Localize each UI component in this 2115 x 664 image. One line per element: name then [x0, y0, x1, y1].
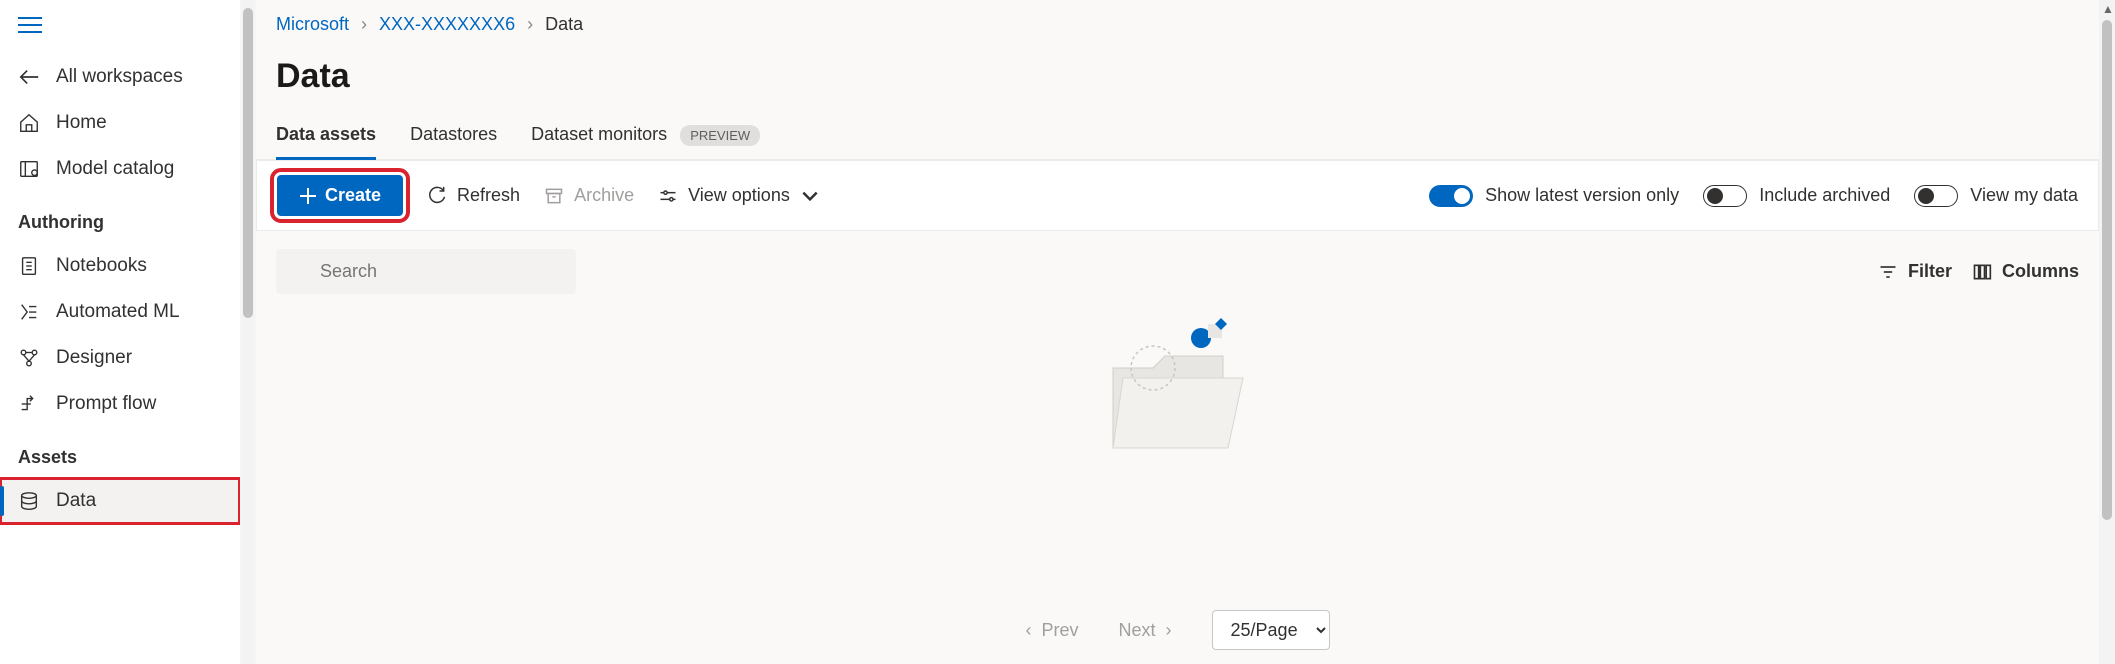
show-latest-label: Show latest version only — [1485, 185, 1679, 206]
filter-row: Filter Columns — [256, 231, 2099, 304]
plus-icon — [299, 187, 317, 205]
tab-dataset-monitors-label: Dataset monitors — [531, 124, 667, 144]
pager-prev-label: Prev — [1041, 620, 1078, 641]
pager-next-label: Next — [1119, 620, 1156, 641]
all-workspaces-link[interactable]: All workspaces — [0, 54, 240, 100]
breadcrumb-workspace[interactable]: XXX-XXXXXXX6 — [379, 14, 515, 35]
include-archived-toggle[interactable] — [1703, 185, 1747, 207]
promptflow-icon — [18, 393, 40, 415]
sidebar-item-label: Automated ML — [56, 301, 180, 323]
show-latest-toggle[interactable] — [1429, 185, 1473, 207]
toolbar: Create Refresh Archive View options Show… — [256, 160, 2099, 231]
data-icon — [18, 490, 40, 512]
automl-icon — [18, 301, 40, 323]
sidebar-item-notebooks[interactable]: Notebooks — [0, 243, 240, 289]
sidebar-scrollbar[interactable]: ▲ — [240, 0, 256, 664]
filter-label: Filter — [1908, 261, 1952, 282]
view-my-data-label: View my data — [1970, 185, 2078, 206]
empty-folder-icon — [1093, 308, 1263, 478]
create-button-label: Create — [325, 185, 381, 206]
sidebar-item-label: Notebooks — [56, 255, 147, 277]
sidebar-item-label: Designer — [56, 347, 132, 369]
sidebar-item-label: Data — [56, 490, 96, 512]
create-button[interactable]: Create — [277, 175, 403, 216]
tab-bar: Data assets Datastores Dataset monitors … — [256, 124, 2099, 160]
breadcrumb-current: Data — [545, 14, 583, 35]
pagination: ‹ Prev Next › 25/Page — [256, 596, 2099, 664]
view-my-data-toggle[interactable] — [1914, 185, 1958, 207]
filter-icon — [1878, 262, 1898, 282]
home-icon — [18, 112, 40, 134]
designer-icon — [18, 347, 40, 369]
sidebar-item-automl[interactable]: Automated ML — [0, 289, 240, 335]
refresh-icon — [427, 186, 447, 206]
arrow-left-icon — [18, 66, 40, 88]
include-archived-toggle-row: Include archived — [1703, 185, 1890, 207]
sidebar-item-label: Home — [56, 112, 107, 134]
sidebar-item-label: Prompt flow — [56, 393, 156, 415]
refresh-button[interactable]: Refresh — [427, 185, 520, 206]
columns-label: Columns — [2002, 261, 2079, 282]
search-input[interactable] — [276, 249, 576, 294]
chevron-right-icon: › — [361, 14, 367, 35]
notebook-icon — [18, 255, 40, 277]
chevron-left-icon: ‹ — [1025, 620, 1031, 641]
catalog-icon — [18, 158, 40, 180]
main-content: Microsoft › XXX-XXXXXXX6 › Data Data Dat… — [256, 0, 2099, 664]
view-options-label: View options — [688, 185, 790, 206]
tab-dataset-monitors[interactable]: Dataset monitors PREVIEW — [531, 124, 760, 159]
sidebar: All workspaces Home Model catalog Author… — [0, 0, 240, 664]
empty-state — [256, 304, 2099, 596]
view-options-button[interactable]: View options — [658, 185, 820, 206]
archive-icon — [544, 186, 564, 206]
columns-icon — [1972, 262, 1992, 282]
sidebar-item-model-catalog[interactable]: Model catalog — [0, 146, 240, 192]
sidebar-item-designer[interactable]: Designer — [0, 335, 240, 381]
main-scrollbar[interactable]: ▲ — [2099, 0, 2115, 664]
sliders-icon — [658, 186, 678, 206]
hamburger-icon — [18, 16, 42, 34]
pager-next[interactable]: Next › — [1119, 620, 1172, 641]
page-size-select[interactable]: 25/Page — [1212, 610, 1330, 650]
show-latest-toggle-row: Show latest version only — [1429, 185, 1679, 207]
view-my-data-toggle-row: View my data — [1914, 185, 2078, 207]
chevron-right-icon: › — [1166, 620, 1172, 641]
sidebar-item-promptflow[interactable]: Prompt flow — [0, 381, 240, 427]
hamburger-menu[interactable] — [0, 0, 240, 54]
sidebar-item-data[interactable]: Data — [0, 478, 240, 524]
chevron-right-icon: › — [527, 14, 533, 35]
include-archived-label: Include archived — [1759, 185, 1890, 206]
pager-prev[interactable]: ‹ Prev — [1025, 620, 1078, 641]
columns-button[interactable]: Columns — [1972, 261, 2079, 282]
chevron-down-icon — [800, 186, 820, 206]
sidebar-section-authoring: Authoring — [0, 192, 240, 243]
sidebar-item-label: Model catalog — [56, 158, 174, 180]
filter-button[interactable]: Filter — [1878, 261, 1952, 282]
preview-badge: PREVIEW — [680, 125, 760, 146]
tab-data-assets[interactable]: Data assets — [276, 124, 376, 159]
refresh-button-label: Refresh — [457, 185, 520, 206]
archive-button: Archive — [544, 185, 634, 206]
all-workspaces-label: All workspaces — [56, 66, 183, 88]
page-title: Data — [256, 39, 2099, 124]
archive-button-label: Archive — [574, 185, 634, 206]
breadcrumb-root[interactable]: Microsoft — [276, 14, 349, 35]
tab-datastores[interactable]: Datastores — [410, 124, 497, 159]
sidebar-section-assets: Assets — [0, 427, 240, 478]
breadcrumb: Microsoft › XXX-XXXXXXX6 › Data — [256, 0, 2099, 39]
sidebar-item-home[interactable]: Home — [0, 100, 240, 146]
